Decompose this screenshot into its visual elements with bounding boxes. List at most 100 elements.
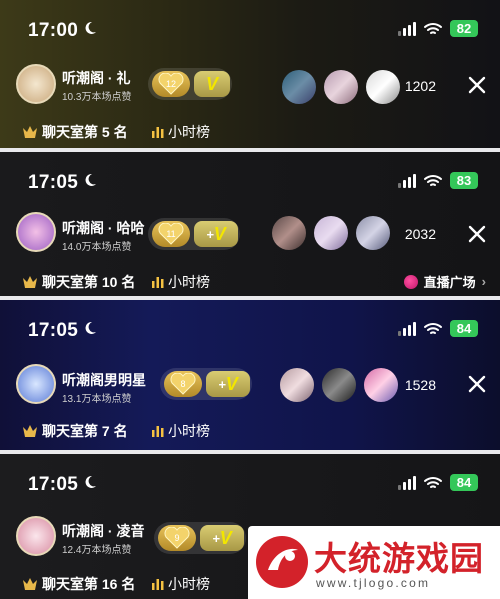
plus-sign: + xyxy=(212,530,220,546)
room-avatar[interactable] xyxy=(16,212,56,252)
live-plaza-link[interactable]: 直播广场 › xyxy=(403,272,486,291)
hour-list-link[interactable]: 小时榜 xyxy=(152,574,210,594)
likes-count: 12.4万本场点赞 xyxy=(62,545,132,556)
status-time: 17:00 xyxy=(28,20,79,41)
heart-level-icon: 9 xyxy=(158,525,196,551)
heart-level-icon: 11 xyxy=(152,221,190,247)
status-time: 17:05 xyxy=(28,474,79,495)
site-watermark: 大统游戏园 www.tjlogo.com xyxy=(248,526,500,599)
live-room-card-3: 17:05 84 听潮阁男明星 13.1万本场点赞 8 + V 1528 聊天室第… xyxy=(0,300,500,450)
status-bar: 83 xyxy=(398,172,478,189)
bar-chart-icon xyxy=(152,127,164,138)
battery-icon: 84 xyxy=(450,320,478,337)
rank-label[interactable]: 聊天室第 16 名 xyxy=(22,574,135,594)
room-name[interactable]: 听潮阁 · 凌音 xyxy=(62,521,144,541)
moon-icon xyxy=(85,173,96,186)
signal-icon xyxy=(398,173,416,188)
fan-badge[interactable]: 9 + V xyxy=(154,522,246,554)
fan-badge[interactable]: 12 V xyxy=(148,68,232,100)
hour-list-link[interactable]: 小时榜 xyxy=(152,122,210,142)
watermark-title: 大统游戏园 xyxy=(314,539,484,578)
heart-level-icon: 12 xyxy=(152,71,190,97)
likes-count: 10.3万本场点赞 xyxy=(62,92,132,103)
viewer-avatar[interactable] xyxy=(282,70,316,104)
room-avatar[interactable] xyxy=(16,364,56,404)
v-letter: V xyxy=(213,223,226,244)
hour-list-text: 小时榜 xyxy=(168,576,210,592)
viewer-count: 1528 xyxy=(404,377,436,393)
close-icon[interactable] xyxy=(468,225,486,243)
hour-list-text: 小时榜 xyxy=(168,124,210,140)
hour-list-link[interactable]: 小时榜 xyxy=(152,421,210,441)
room-avatar[interactable] xyxy=(16,64,56,104)
room-name[interactable]: 听潮阁男明星 xyxy=(62,370,146,390)
moon-icon xyxy=(85,21,96,34)
v-badge-icon: + V xyxy=(200,525,244,551)
rank-crown-icon xyxy=(23,126,37,138)
level-number: 8 xyxy=(180,379,185,389)
status-time: 17:05 xyxy=(28,320,79,341)
status-bar: 84 xyxy=(398,474,478,491)
rank-label[interactable]: 聊天室第 5 名 xyxy=(22,122,128,142)
plus-sign: + xyxy=(218,376,226,392)
hour-list-text: 小时榜 xyxy=(168,423,210,439)
wifi-icon xyxy=(424,322,442,334)
plaza-text: 直播广场 xyxy=(423,275,476,290)
moon-icon xyxy=(85,321,96,334)
close-icon[interactable] xyxy=(468,375,486,393)
bar-chart-icon xyxy=(152,579,164,590)
battery-icon: 83 xyxy=(450,172,478,189)
level-number: 12 xyxy=(166,79,176,89)
likes-count: 13.1万本场点赞 xyxy=(62,394,132,405)
bar-chart-icon xyxy=(152,277,164,288)
rank-text: 聊天室第 5 名 xyxy=(42,124,128,140)
v-letter: V xyxy=(219,527,232,548)
viewer-avatar[interactable] xyxy=(364,368,398,402)
close-icon[interactable] xyxy=(468,76,486,94)
watermark-logo-icon xyxy=(256,536,308,588)
signal-icon xyxy=(398,475,416,490)
room-name[interactable]: 听潮阁 · 礼 xyxy=(62,68,130,88)
viewer-avatar[interactable] xyxy=(280,368,314,402)
fan-badge[interactable]: 8 + V xyxy=(160,368,252,400)
battery-icon: 82 xyxy=(450,20,478,37)
signal-icon xyxy=(398,21,416,36)
level-number: 9 xyxy=(174,533,179,543)
viewer-avatars[interactable] xyxy=(272,216,390,250)
room-name[interactable]: 听潮阁 · 哈哈 xyxy=(62,218,144,238)
wifi-icon xyxy=(424,22,442,34)
viewer-avatars[interactable] xyxy=(280,368,398,402)
rank-label[interactable]: 聊天室第 10 名 xyxy=(22,272,135,292)
fan-badge[interactable]: 11 + V xyxy=(148,218,240,250)
plus-sign: + xyxy=(206,226,214,242)
viewer-avatar[interactable] xyxy=(324,70,358,104)
watermark-url: www.tjlogo.com xyxy=(316,576,431,590)
viewer-avatar[interactable] xyxy=(322,368,356,402)
plaza-icon xyxy=(403,274,418,289)
viewer-avatar[interactable] xyxy=(272,216,306,250)
viewer-count: 1202 xyxy=(404,78,436,94)
rank-text: 聊天室第 7 名 xyxy=(42,423,128,439)
rank-label[interactable]: 聊天室第 7 名 xyxy=(22,421,128,441)
v-letter: V xyxy=(225,373,238,394)
viewer-avatar[interactable] xyxy=(314,216,348,250)
viewer-avatar[interactable] xyxy=(366,70,400,104)
viewer-count: 2032 xyxy=(404,226,436,242)
v-badge-icon: + V xyxy=(194,221,238,247)
rank-text: 聊天室第 16 名 xyxy=(42,576,136,592)
v-badge-icon: + V xyxy=(206,371,250,397)
moon-icon xyxy=(85,475,96,488)
room-avatar[interactable] xyxy=(16,516,56,556)
rank-crown-icon xyxy=(23,578,37,590)
rank-text: 聊天室第 10 名 xyxy=(42,274,136,290)
viewer-avatars[interactable] xyxy=(282,70,400,104)
heart-level-icon: 8 xyxy=(164,371,202,397)
chevron-right-icon: › xyxy=(481,274,486,289)
status-time: 17:05 xyxy=(28,172,79,193)
wifi-icon xyxy=(424,174,442,186)
hour-list-link[interactable]: 小时榜 xyxy=(152,272,210,292)
rank-crown-icon xyxy=(23,276,37,288)
likes-count: 14.0万本场点赞 xyxy=(62,242,132,253)
viewer-avatar[interactable] xyxy=(356,216,390,250)
battery-icon: 84 xyxy=(450,474,478,491)
